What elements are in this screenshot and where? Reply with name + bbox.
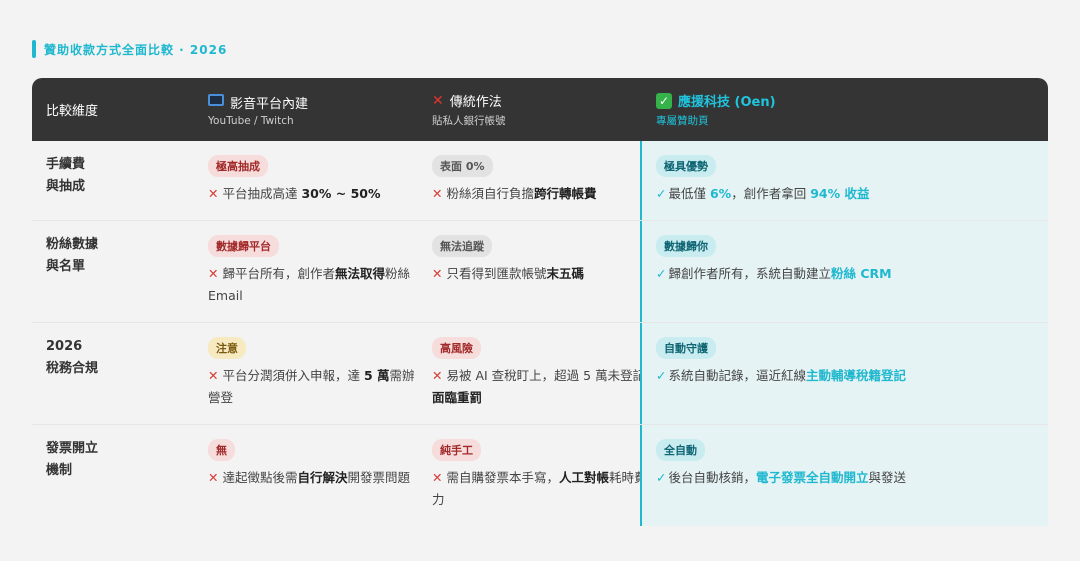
header-dim-label: 比較維度 — [46, 104, 99, 119]
highlight-column-divider — [640, 221, 642, 322]
table-row: 2026 稅務合規 注意 ✕ 平台分潤須併入申報，達 5 萬需辦營登 高風險 ✕ 易被 AI … — [32, 323, 1048, 425]
cell-c1: 極高抽成 ✕ 平台抽成高達 30% ~ 50% — [208, 141, 424, 220]
cell-c3: 全自動 ✓ 後台自動核銷，電子發票全自動開立與發送 — [642, 425, 1048, 526]
status-badge: 自動守護 — [656, 337, 716, 359]
cross-mark-icon: ✕ — [432, 368, 443, 383]
check-mark-icon: ✓ — [656, 186, 667, 201]
dimension-line: 手續費 — [46, 157, 86, 172]
title-accent-bar — [32, 40, 36, 58]
cell-c2: 表面 0% ✕ 粉絲須自行負擔跨行轉帳費 — [432, 141, 648, 220]
table-row: 發票開立 機制無 ✕ 達起徵點後需自行解決開發票問題 純手工 ✕ 需自購發票本手寫，人工對帳… — [32, 425, 1048, 526]
cell-text: ✓ 系統自動記錄，逼近紅線主動輔導稅籍登記 — [656, 368, 907, 383]
row-dimension: 粉絲數據 與名單 — [32, 221, 208, 322]
status-badge: 無法追蹤 — [432, 235, 492, 257]
check-mark-icon: ✓ — [656, 368, 667, 383]
row-dimension: 2026 稅務合規 — [32, 323, 208, 424]
cross-mark-icon: ✕ — [208, 470, 219, 485]
row-dimension: 手續費 與抽成 — [32, 141, 208, 220]
row-dimension: 發票開立 機制 — [32, 425, 208, 526]
cell-text: ✕ 需自購發票本手寫，人工對帳耗時費力 — [432, 470, 647, 507]
cell-c3: 數據歸你 ✓ 歸創作者所有，系統自動建立粉絲 CRM — [642, 221, 1048, 322]
header-col2-title: 傳統作法 — [449, 95, 502, 110]
cell-text: ✓ 最低僅 6%，創作者拿回 94% 收益 — [656, 186, 870, 201]
cell-c1: 注意 ✕ 平台分潤須併入申報，達 5 萬需辦營登 — [208, 323, 424, 424]
dimension-line: 2026 — [46, 339, 83, 354]
cross-mark-icon: ✕ — [432, 186, 443, 201]
cell-text: ✕ 達起徵點後需自行解決開發票問題 — [208, 470, 411, 485]
status-badge: 數據歸平台 — [208, 235, 279, 257]
dimension-line: 粉絲數據 — [46, 237, 99, 252]
dimension-line: 稅務合規 — [46, 361, 99, 376]
dimension-line: 機制 — [46, 463, 73, 478]
cell-c3: 極具優勢 ✓ 最低僅 6%，創作者拿回 94% 收益 — [642, 141, 1048, 220]
cell-text: ✕ 平台抽成高達 30% ~ 50% — [208, 186, 381, 201]
cell-c2: 無法追蹤 ✕ 只看得到匯款帳號末五碼 — [432, 221, 648, 322]
status-badge: 極具優勢 — [656, 155, 716, 177]
header-col2-subtitle: 貼私人銀行帳號 — [432, 115, 506, 127]
section-title: 贊助收款方式全面比較 · 2026 — [32, 40, 227, 58]
cell-c1: 無 ✕ 達起徵點後需自行解決開發票問題 — [208, 425, 424, 526]
check-mark-icon: ✓ — [656, 470, 667, 485]
check-mark-icon: ✓ — [656, 266, 667, 281]
status-badge: 注意 — [208, 337, 246, 359]
cross-mark-icon: ✕ — [208, 186, 219, 201]
status-badge: 數據歸你 — [656, 235, 716, 257]
cell-text: ✕ 粉絲須自行負擔跨行轉帳費 — [432, 186, 597, 201]
header-col-traditional: ✕ 傳統作法 貼私人銀行帳號 — [432, 78, 506, 141]
dimension-line: 與名單 — [46, 259, 86, 274]
section-title-text: 贊助收款方式全面比較 · 2026 — [44, 42, 228, 57]
highlight-column-divider — [640, 425, 642, 526]
cell-text: ✕ 易被 AI 查稅盯上，超過 5 萬未登記面臨重罰 — [432, 368, 646, 405]
cell-text: ✕ 平台分潤須併入申報，達 5 萬需辦營登 — [208, 368, 415, 405]
cell-c2: 純手工 ✕ 需自購發票本手寫，人工對帳耗時費力 — [432, 425, 648, 526]
check-box-icon: ✓ — [656, 92, 672, 109]
header-col1-title: 影音平台內建 — [230, 96, 309, 112]
cell-c2: 高風險 ✕ 易被 AI 查稅盯上，超過 5 萬未登記面臨重罰 — [432, 323, 648, 424]
header-col1-subtitle: YouTube / Twitch — [208, 114, 294, 127]
cell-text: ✓ 後台自動核銷，電子發票全自動開立與發送 — [656, 470, 907, 485]
status-badge: 無 — [208, 439, 235, 461]
cell-c1: 數據歸平台 ✕ 歸平台所有，創作者無法取得粉絲 Email — [208, 221, 424, 322]
status-badge: 表面 0% — [432, 155, 493, 177]
cell-c3: 自動守護 ✓ 系統自動記錄，逼近紅線主動輔導稅籍登記 — [642, 323, 1048, 424]
cross-mark-icon: ✕ — [432, 266, 443, 281]
highlight-column-divider — [640, 141, 642, 220]
cross-mark-icon: ✕ — [432, 470, 443, 485]
cell-text: ✓ 歸創作者所有，系統自動建立粉絲 CRM — [656, 266, 892, 281]
table-body: 手續費 與抽成 極高抽成 ✕ 平台抽成高達 30% ~ 50% 表面 0% ✕ 粉絲須自行負擔… — [32, 141, 1048, 526]
table-header: 比較維度 影音平台內建 YouTube / Twitch ✕ 傳統作法 貼私人銀行… — [32, 78, 1048, 141]
dimension-line: 與抽成 — [46, 179, 86, 194]
tv-icon — [208, 94, 224, 106]
cross-mark-icon: ✕ — [208, 266, 219, 281]
highlight-column-divider — [640, 323, 642, 424]
header-col3-title: 應援科技 (Oen) — [678, 95, 776, 110]
cell-text: ✕ 只看得到匯款帳號末五碼 — [432, 266, 585, 281]
status-badge: 極高抽成 — [208, 155, 268, 177]
table-row: 粉絲數據 與名單 數據歸平台 ✕ 歸平台所有，創作者無法取得粉絲 Email 無法追蹤 ✕ 只… — [32, 221, 1048, 323]
cross-mark-icon: ✕ — [432, 92, 444, 109]
cell-text: ✕ 歸平台所有，創作者無法取得粉絲 Email — [208, 266, 411, 303]
comparison-table: 比較維度 影音平台內建 YouTube / Twitch ✕ 傳統作法 貼私人銀行… — [32, 78, 1048, 526]
status-badge: 全自動 — [656, 439, 705, 461]
header-col3-subtitle: 專屬贊助頁 — [656, 115, 709, 127]
cross-mark-icon: ✕ — [208, 368, 219, 383]
dimension-line: 發票開立 — [46, 441, 99, 456]
status-badge: 高風險 — [432, 337, 481, 359]
table-row: 手續費 與抽成 極高抽成 ✕ 平台抽成高達 30% ~ 50% 表面 0% ✕ 粉絲須自行負擔… — [32, 141, 1048, 221]
status-badge: 純手工 — [432, 439, 481, 461]
header-col-platform: 影音平台內建 YouTube / Twitch — [208, 78, 308, 141]
header-col-oen: ✓ 應援科技 (Oen) 專屬贊助頁 — [656, 78, 776, 141]
